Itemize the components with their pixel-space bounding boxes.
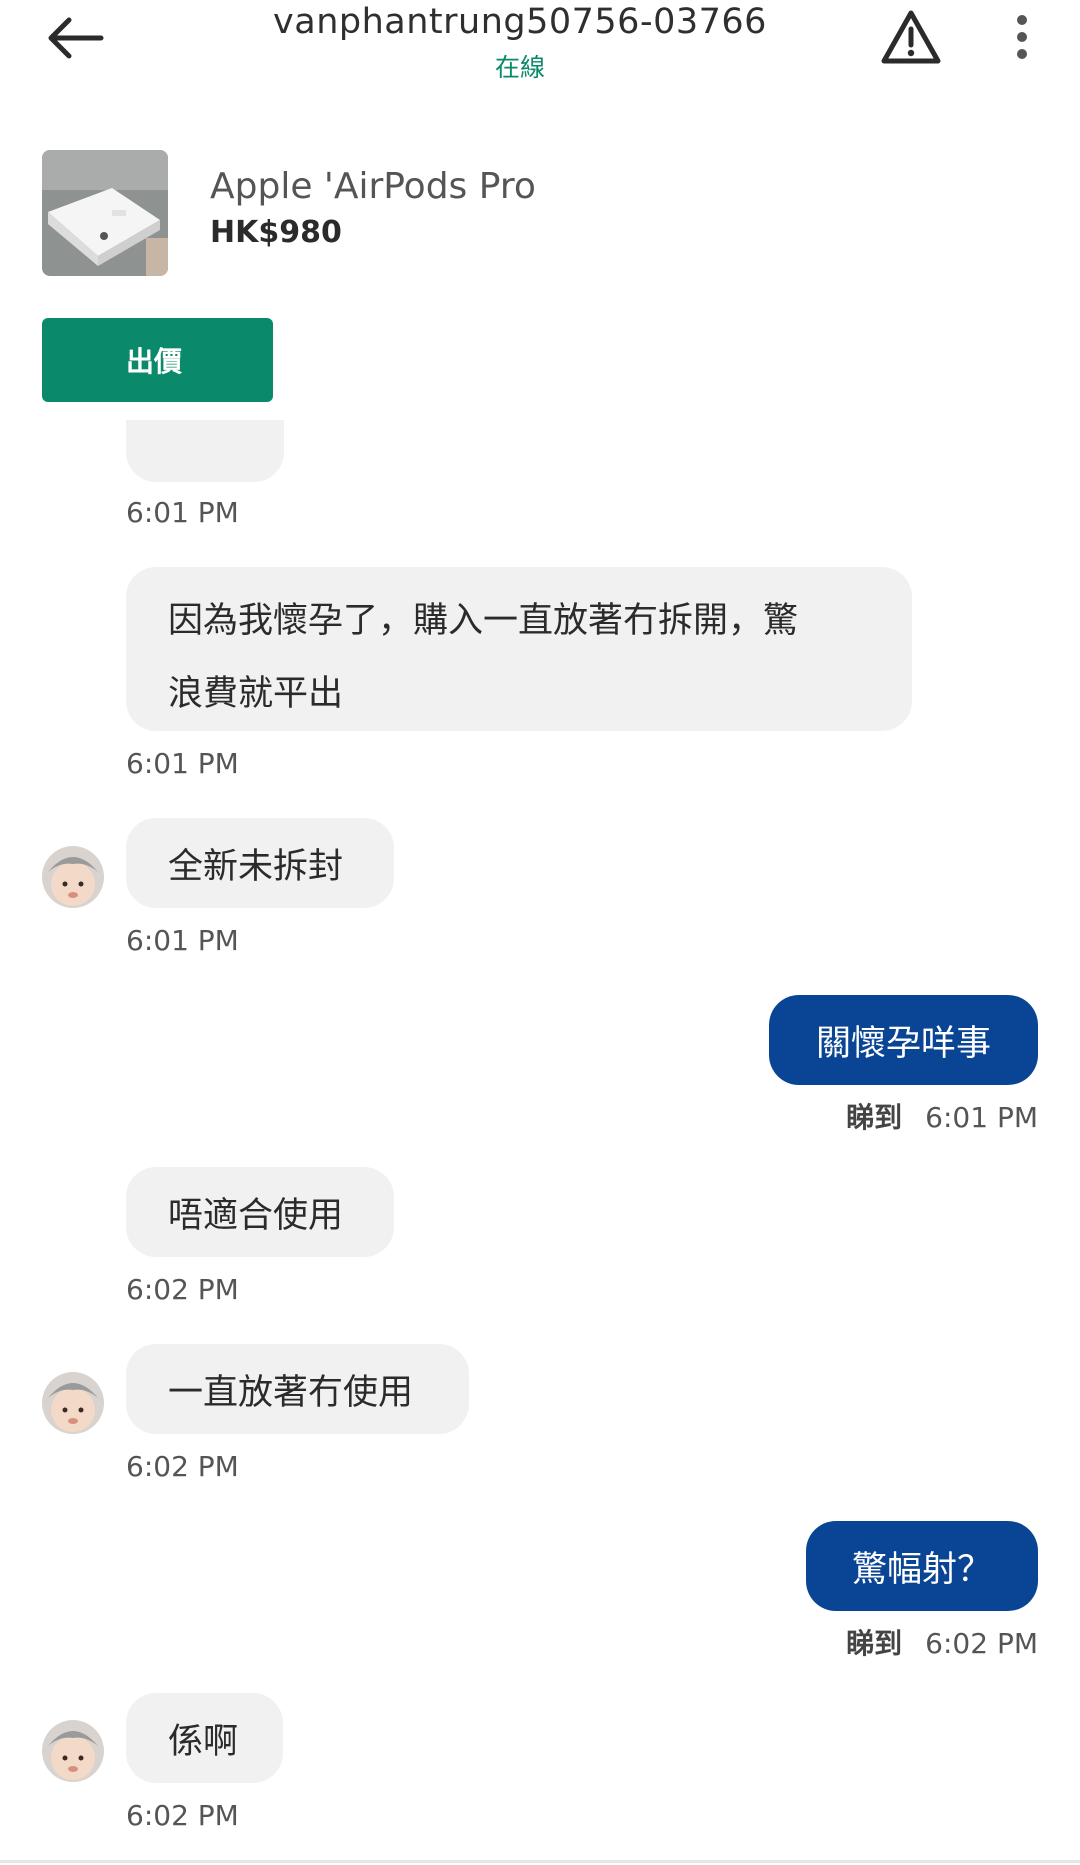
composer-divider [0,1860,1080,1863]
product-price: HK$980 [210,215,342,250]
message-time: 6:02 PM [126,1273,239,1306]
message-bubble-partial [126,420,284,482]
product-thumbnail[interactable] [42,150,168,276]
message-text: 唔適合使用 [168,1195,344,1236]
message-bubble-incoming[interactable]: 全新未拆封 [126,818,394,908]
read-receipt: 睇到 [846,1627,903,1660]
report-button[interactable] [874,4,948,70]
message-text-line: 因為我懷孕了，購入一直放著冇拆開，驚 [168,601,799,641]
online-status: 在線 [494,53,545,82]
product-title[interactable]: Apple 'AirPods Pro [210,166,536,207]
message-time: 6:01 PM [126,496,239,529]
back-button[interactable] [36,8,114,68]
message-text: 全新未拆封 [168,846,344,887]
more-options-button[interactable] [1000,4,1044,70]
message-bubble-outgoing[interactable]: 驚幅射？ [806,1521,1038,1611]
message-time: 6:02 PM [126,1450,239,1483]
message-text: 係啊 [168,1721,239,1762]
arrow-left-icon [48,17,104,59]
chat-username: vanphantrung50756-03766 [273,2,767,42]
message-text: 一直放著冇使用 [168,1372,414,1413]
sender-avatar[interactable] [42,846,104,908]
more-vertical-icon [1017,15,1027,59]
message-time: 6:01 PM [925,1101,1038,1134]
message-time: 6:02 PM [925,1627,1038,1660]
message-bubble-incoming[interactable]: 係啊 [126,1693,283,1783]
message-text: 驚幅射？ [851,1549,992,1590]
message-bubble-incoming[interactable]: 唔適合使用 [126,1167,394,1257]
sender-avatar[interactable] [42,1720,104,1782]
message-bubble-outgoing[interactable]: 關懷孕咩事 [769,995,1038,1085]
warning-triangle-icon [881,10,941,64]
message-text-line: 浪費就平出 [168,674,344,714]
message-time: 6:01 PM [126,924,239,957]
message-time: 6:02 PM [126,1799,239,1832]
make-offer-button[interactable]: 出價 [42,318,273,402]
message-bubble-incoming[interactable]: 一直放著冇使用 [126,1344,469,1434]
message-bubble-incoming[interactable]: 因為我懷孕了，購入一直放著冇拆開，驚 浪費就平出 [126,567,912,731]
message-text: 關懷孕咩事 [815,1023,991,1064]
sender-avatar[interactable] [42,1372,104,1434]
message-time: 6:01 PM [126,747,239,780]
read-receipt: 睇到 [846,1101,903,1134]
